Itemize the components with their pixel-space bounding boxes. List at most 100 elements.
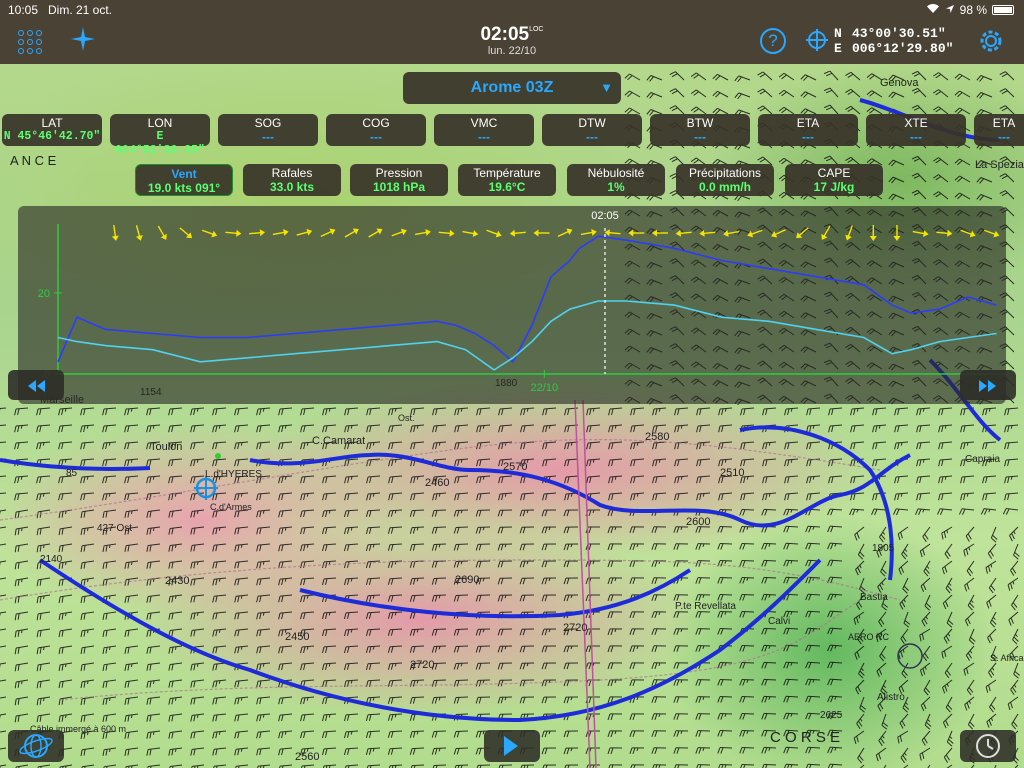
nav-box-eta[interactable]: ETA --- (758, 114, 858, 146)
compass-rose-icon[interactable] (68, 26, 98, 56)
nav-box-label: SOG (254, 116, 282, 130)
lon-hemisphere: E (834, 41, 842, 56)
clock-suffix: LOC (529, 26, 544, 33)
wx-box-value: 19.6°C (488, 180, 526, 194)
map-label: 427 Ost (97, 523, 132, 534)
fast-forward-icon (977, 375, 999, 395)
nav-box-btw[interactable]: BTW --- (650, 114, 750, 146)
wind-direction-arrow (893, 225, 901, 241)
wind-direction-arrow (796, 227, 809, 239)
map-label: Genova (880, 77, 919, 89)
wx-box-rafales[interactable]: Rafales 33.0 kts (243, 164, 341, 196)
clock-button[interactable] (960, 730, 1016, 762)
nav-box-sog[interactable]: SOG --- (218, 114, 318, 146)
map-label: Calvi (768, 616, 790, 627)
battery-icon (992, 5, 1014, 15)
play-button[interactable] (484, 730, 540, 762)
nav-box-cog[interactable]: COG --- (326, 114, 426, 146)
nav-box-value: --- (262, 130, 274, 144)
wind-direction-arrow (771, 228, 787, 238)
wind-direction-arrow (368, 228, 383, 238)
wind-direction-arrow (580, 229, 597, 236)
nav-box-label: VMC (470, 116, 498, 130)
wx-box-label: Nébulosité (587, 166, 645, 180)
globe-icon (19, 734, 53, 758)
wind-direction-arrow (225, 229, 242, 237)
wx-box-pression[interactable]: Pression 1018 hPa (350, 164, 448, 196)
wind-direction-arrow (462, 230, 479, 237)
crosshair-icon[interactable] (805, 28, 829, 52)
longitude: 006°12'29.80" (852, 41, 954, 56)
rewind-icon (25, 375, 47, 395)
globe-button[interactable] (8, 730, 64, 762)
wind-direction-arrow (869, 225, 877, 241)
fast-forward-button[interactable] (960, 370, 1016, 400)
map-label: 2430 (165, 575, 189, 587)
map-label: AERO RC (848, 632, 890, 642)
grid-menu-icon[interactable] (18, 30, 42, 54)
map-label: 1805 (872, 543, 895, 554)
map-label: 2720 (410, 659, 434, 671)
weather-model-dropdown[interactable]: Arome 03Z ▼ (403, 72, 621, 104)
wind-direction-arrow (438, 229, 455, 237)
nav-box-lon[interactable]: LON E 004°52'36.85" (110, 114, 210, 157)
wx-box-cape[interactable]: CAPE 17 J/kg (785, 164, 883, 196)
nav-box-lat[interactable]: LAT N 45°46'42.70" (2, 114, 102, 146)
map-label: C.d'Armes (210, 502, 252, 512)
wind-direction-arrow (984, 229, 1000, 238)
nav-box-label: LON (147, 116, 173, 130)
wx-box-label: Pression (375, 166, 423, 180)
map-label: 2625 (820, 710, 843, 721)
gear-icon[interactable] (977, 27, 1005, 55)
wind-direction-arrow (272, 229, 289, 236)
wind-direction-arrow (651, 229, 668, 237)
nav-box-value: --- (370, 130, 382, 144)
map-label: 2580 (645, 431, 669, 443)
nav-box-vmc[interactable]: VMC --- (434, 114, 534, 146)
time-display[interactable]: 02:05LOC lun. 22/10 (462, 24, 562, 57)
wx-box-value: 0.0 mm/h (698, 180, 752, 194)
wx-box-label: Rafales (271, 166, 313, 180)
wind-direction-arrow (723, 230, 740, 237)
forecast-graph[interactable]: 02022/1002:05 (18, 206, 1006, 404)
wx-box-label: Précipitations (688, 166, 762, 180)
map-label: Bastia (860, 592, 888, 603)
map-label: C.Camarat (312, 435, 365, 447)
wind-direction-arrow (675, 229, 692, 237)
wx-box-value: 19.0 kts 091° (147, 181, 221, 195)
lat-hemisphere: N (834, 26, 842, 41)
nav-box-label: LAT (41, 116, 63, 130)
clock-icon (976, 734, 1000, 758)
wind-direction-arrow (296, 228, 313, 236)
status-date: Dim. 21 oct. (48, 3, 113, 17)
nav-box-value: --- (998, 130, 1010, 144)
wind-direction-arrow (912, 230, 929, 237)
wind-direction-arrow (344, 228, 359, 238)
nav-box-label: DTW (578, 116, 606, 130)
wind-direction-arrow (414, 229, 431, 236)
wx-box-nebulosite[interactable]: Nébulosité 1% (567, 164, 665, 196)
map-label: 2570 (503, 461, 527, 473)
wind-direction-arrow (486, 229, 502, 238)
nav-box-eta[interactable]: ETA --- (974, 114, 1024, 146)
wx-box-vent[interactable]: Vent 19.0 kts 091° (135, 164, 233, 196)
map-label: Ost. (398, 413, 415, 423)
nav-box-label: ETA (992, 116, 1016, 130)
wifi-icon (926, 3, 940, 17)
nav-box-label: XTE (904, 116, 928, 130)
forecast-graph-panel[interactable]: 02022/1002:05 (18, 206, 1006, 404)
wx-box-precipitations[interactable]: Précipitations 0.0 mm/h (676, 164, 774, 196)
wind-direction-arrow (821, 225, 831, 240)
rewind-button[interactable] (8, 370, 64, 400)
help-icon[interactable]: ? (760, 28, 786, 54)
nav-box-dtw[interactable]: DTW --- (542, 114, 642, 146)
wx-box-temperature[interactable]: Température 19.6°C (458, 164, 556, 196)
map-label: Toulon (150, 441, 182, 453)
map-label: Alistro (877, 692, 905, 703)
wx-box-label: Vent (171, 167, 197, 181)
time-cursor-label: 02:05 (591, 210, 619, 222)
nav-box-xte[interactable]: XTE --- (866, 114, 966, 146)
status-right: 98 % (926, 3, 1014, 17)
wind-direction-arrow (628, 229, 645, 237)
map-label: 2450 (285, 631, 309, 643)
